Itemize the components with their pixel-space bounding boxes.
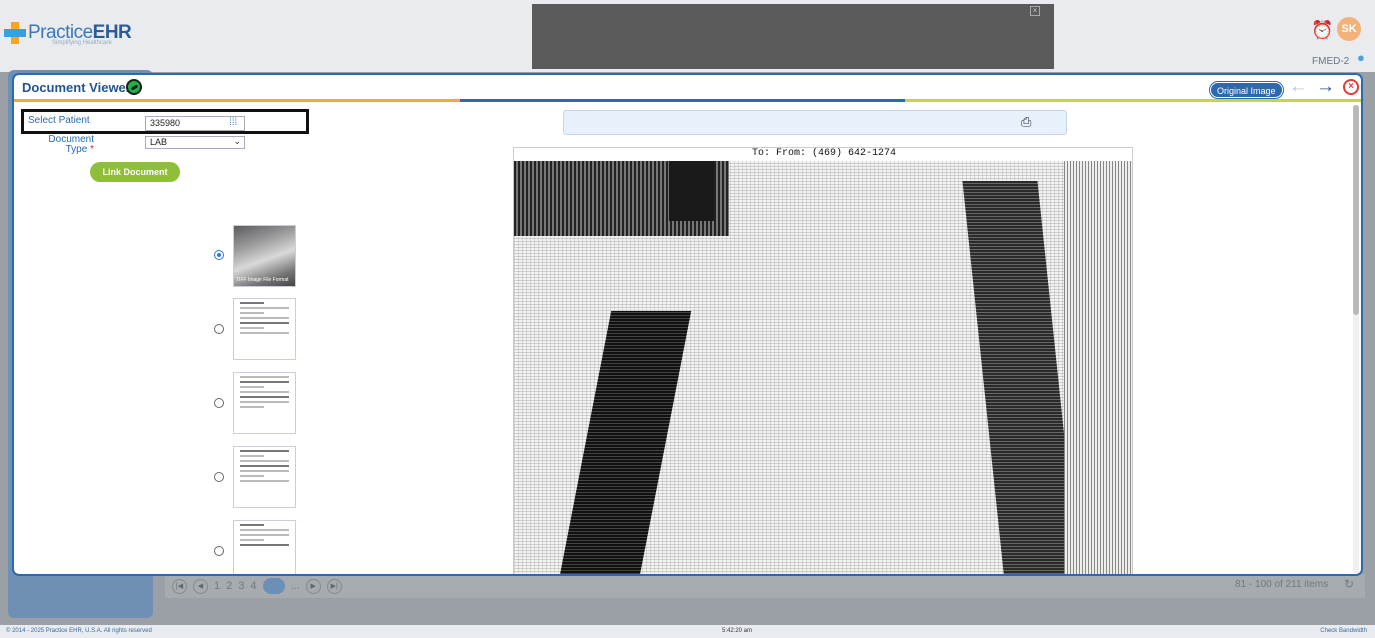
close-icon[interactable]: × [1343, 79, 1359, 95]
ad-banner[interactable]: × [532, 4, 1054, 69]
avatar[interactable]: SK [1337, 17, 1361, 41]
thumbnail-image[interactable]: TIFF Image File Format [233, 225, 296, 287]
phone-status-icon[interactable] [126, 79, 142, 95]
document-type-select[interactable]: LAB ⌄ [145, 136, 245, 149]
thumbnail-radio[interactable] [214, 250, 224, 260]
page-link[interactable]: 4 [250, 580, 256, 592]
thumbnail-image[interactable] [233, 372, 296, 434]
link-document-button[interactable]: Link Document [90, 162, 180, 182]
page-link[interactable]: 3 [238, 580, 244, 592]
pager-info: 81 - 100 of 211 items [1235, 579, 1329, 590]
document-image: To: From: (469) 642-1274 [513, 147, 1133, 574]
pager-bar [165, 574, 1365, 598]
location-pin-icon[interactable]: ● [1357, 50, 1365, 65]
original-image-button[interactable]: Original Image [1209, 81, 1284, 99]
fax-image [514, 161, 1132, 574]
first-page-icon[interactable]: |◀ [172, 578, 187, 594]
refresh-icon[interactable]: ↻ [1344, 577, 1354, 591]
viewer-toolbar: ⎙ [563, 110, 1067, 135]
page-link[interactable]: 2 [226, 580, 232, 592]
alarm-bell-icon[interactable]: ⏰ [1311, 20, 1333, 41]
document-viewer-modal: Document Viewer Original Image ← → × Sel… [12, 73, 1363, 576]
last-page-icon[interactable]: ▶| [326, 578, 342, 594]
check-bandwidth-link[interactable]: Check Bandwidth [1320, 628, 1367, 634]
thumbnail-image[interactable] [233, 298, 296, 360]
document-type-label: Document Type * [48, 134, 94, 155]
modal-title: Document Viewer [22, 80, 131, 95]
scrollbar-thumb[interactable] [1353, 105, 1359, 315]
fax-header: To: From: (469) 642-1274 [751, 148, 897, 159]
scrollbar[interactable] [1353, 105, 1359, 573]
clock: 5:42:20 am [722, 628, 753, 634]
chevron-down-icon: ⌄ [233, 136, 241, 146]
thumbnail-radio[interactable] [214, 324, 224, 334]
thumbnail-image[interactable] [233, 520, 296, 574]
page-link[interactable]: 1 [214, 580, 220, 592]
logo-cross-icon [4, 22, 26, 44]
required-mark: * [90, 144, 94, 155]
prev-page-icon[interactable]: ◀ [193, 578, 208, 594]
print-icon[interactable]: ⎙ [1021, 114, 1031, 130]
thumbnail-radio[interactable] [214, 398, 224, 408]
ad-close-icon[interactable]: × [1030, 6, 1040, 16]
location-label[interactable]: FMED-2 [1312, 56, 1349, 67]
thumbnail-image[interactable] [233, 446, 296, 508]
footer: © 2014 - 2025 Practice EHR, U.S.A. All r… [0, 625, 1375, 638]
select-patient-label: Select Patient [28, 115, 90, 126]
title-stripe [905, 99, 1361, 102]
logo-tagline: Simplifying Healthcare [52, 40, 112, 46]
next-page-icon[interactable]: ▶ [305, 578, 321, 594]
app-logo[interactable]: PracticeEHR Simplifying Healthcare [4, 22, 132, 46]
page-ellipsis[interactable]: ... [291, 580, 300, 592]
copyright: © 2014 - 2025 Practice EHR, U.S.A. All r… [6, 628, 152, 634]
thumbnail-caption: TIFF Image File Format [236, 277, 289, 283]
arrow-right-icon[interactable]: → [1316, 76, 1335, 98]
thumbnail-radio[interactable] [214, 472, 224, 482]
filter-icon[interactable]: ⁞⁞⁞ [229, 117, 237, 128]
arrow-left-icon[interactable]: ← [1289, 76, 1308, 98]
thumbnail-radio[interactable] [214, 546, 224, 556]
pager: |◀ ◀ 1 2 3 4 ... ▶ ▶| [172, 578, 342, 594]
title-stripe [14, 99, 460, 102]
current-page[interactable] [262, 578, 285, 594]
title-stripe [460, 99, 905, 102]
